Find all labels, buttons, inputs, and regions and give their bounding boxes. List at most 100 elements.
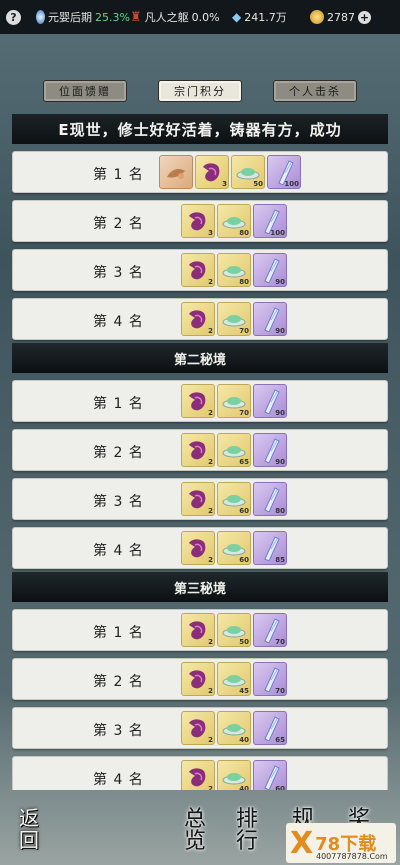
rank-reward-row: 第 2 名 2 65 90 — [12, 429, 388, 471]
ranking-button[interactable]: 排 行 — [228, 807, 266, 855]
reward-items: 2 70 90 — [181, 302, 287, 336]
rank-reward-row: 第 4 名 2 60 85 — [12, 527, 388, 569]
spirit-beast-item-icon[interactable]: 2 — [181, 302, 215, 336]
overview-char-2: 览 — [183, 829, 206, 854]
jade-dish-item-icon[interactable]: 80 — [217, 204, 251, 238]
rank-reward-row: 第 2 名 2 45 70 — [12, 658, 388, 700]
reward-items: 3 50 100 — [159, 155, 301, 189]
rank-label: 第 3 名 — [93, 723, 144, 739]
reward-items: 3 80 100 — [181, 204, 287, 238]
spirit-beast-item-icon[interactable]: 2 — [181, 711, 215, 745]
item-quantity: 2 — [208, 327, 213, 335]
item-quantity: 65 — [239, 458, 249, 466]
rank-reward-list[interactable]: E现世，修士好好活着，铸器有方，成功 第 1 名 3 50 100 第 2 名 3 80 10… — [12, 114, 388, 790]
item-quantity: 60 — [275, 785, 285, 790]
jade-dish-item-icon[interactable]: 60 — [217, 531, 251, 565]
sword-item-icon[interactable]: 100 — [253, 204, 287, 238]
spirit-beast-item-icon[interactable]: 2 — [181, 760, 215, 790]
item-quantity: 2 — [208, 736, 213, 744]
gold-status: 2787 + — [310, 10, 380, 24]
spirit-beast-item-icon[interactable]: 3 — [195, 155, 229, 189]
rank-label: 第 2 名 — [93, 674, 144, 690]
jade-dish-item-icon[interactable]: 50 — [217, 613, 251, 647]
spirit-beast-item-icon[interactable]: 2 — [181, 433, 215, 467]
tab-sect-points[interactable]: 宗门积分 — [158, 80, 242, 102]
item-quantity: 45 — [239, 687, 249, 695]
spirit-beast-item-icon[interactable]: 2 — [181, 482, 215, 516]
reward-items: 2 40 60 — [181, 760, 287, 790]
rank-reward-row: 第 1 名 3 50 100 — [12, 151, 388, 193]
gold-coin-icon — [310, 10, 324, 24]
sword-item-icon[interactable]: 90 — [253, 302, 287, 336]
reward-items: 2 70 90 — [181, 384, 287, 418]
item-quantity: 40 — [239, 785, 249, 790]
rank-label: 第 1 名 — [93, 396, 144, 412]
item-quantity: 80 — [239, 229, 249, 237]
sword-item-icon[interactable]: 85 — [253, 531, 287, 565]
back-button[interactable]: 返 回 — [6, 803, 52, 855]
spirit-beast-item-icon[interactable]: 2 — [181, 531, 215, 565]
jade-dish-item-icon[interactable]: 40 — [217, 760, 251, 790]
section-header: 第三秘境 — [12, 572, 388, 602]
item-quantity: 40 — [239, 736, 249, 744]
reward-items: 2 45 70 — [181, 662, 287, 696]
rank-reward-row: 第 3 名 2 80 90 — [12, 249, 388, 291]
question-icon[interactable]: ? — [6, 9, 21, 25]
help-group: ? — [6, 9, 36, 25]
item-quantity: 2 — [208, 409, 213, 417]
reward-items: 2 80 90 — [181, 253, 287, 287]
sword-item-icon[interactable]: 90 — [253, 384, 287, 418]
jade-dish-item-icon[interactable]: 80 — [217, 253, 251, 287]
jade-dish-item-icon[interactable]: 60 — [217, 482, 251, 516]
jade-dish-item-icon[interactable]: 40 — [217, 711, 251, 745]
sword-item-icon[interactable]: 70 — [253, 613, 287, 647]
add-gold-button[interactable]: + — [358, 10, 371, 24]
tab-plane-gift[interactable]: 位面馈赠 — [43, 80, 127, 102]
sword-item-icon[interactable]: 60 — [253, 760, 287, 790]
sword-item-icon[interactable]: 90 — [253, 253, 287, 287]
back-char-2: 回 — [19, 828, 39, 852]
jade-dish-item-icon[interactable]: 65 — [217, 433, 251, 467]
spirit-beast-item-icon[interactable]: 3 — [181, 204, 215, 238]
rank-reward-row: 第 4 名 2 70 90 — [12, 298, 388, 340]
item-quantity: 2 — [208, 785, 213, 790]
rank-reward-row: 第 1 名 2 70 90 — [12, 380, 388, 422]
item-quantity: 3 — [222, 180, 227, 188]
overview-char-1: 总 — [183, 807, 206, 832]
jade-dish-item-icon[interactable]: 70 — [217, 302, 251, 336]
sword-item-icon[interactable]: 90 — [253, 433, 287, 467]
sword-item-icon[interactable]: 100 — [267, 155, 301, 189]
item-quantity: 70 — [239, 409, 249, 417]
back-char-1: 返 — [19, 806, 39, 830]
realm-orb-icon — [36, 10, 46, 24]
reward-items: 2 50 70 — [181, 613, 287, 647]
item-quantity: 90 — [275, 409, 285, 417]
item-quantity: 90 — [275, 278, 285, 286]
sword-item-icon[interactable]: 65 — [253, 711, 287, 745]
spirit-beast-item-icon[interactable]: 2 — [181, 613, 215, 647]
jade-dish-item-icon[interactable]: 50 — [231, 155, 265, 189]
rank-label: 第 2 名 — [93, 445, 144, 461]
spirit-beast-item-icon[interactable]: 2 — [181, 253, 215, 287]
mortal-percent: 0.0% — [191, 10, 220, 24]
mortal-label: 凡人之躯 — [144, 11, 189, 24]
site-watermark-logo: X 78下载 4007787878.Com — [286, 823, 396, 863]
rank-reward-row: 第 3 名 2 60 80 — [12, 478, 388, 520]
jade-dish-item-icon[interactable]: 45 — [217, 662, 251, 696]
spirit-stone-status: ◆ 241.7万 — [232, 9, 310, 25]
rank-label: 第 4 名 — [93, 543, 144, 559]
spirit-beast-item-icon[interactable]: 2 — [181, 384, 215, 418]
jade-dish-item-icon[interactable]: 70 — [217, 384, 251, 418]
item-quantity: 50 — [239, 638, 249, 646]
overview-button[interactable]: 总 览 — [176, 807, 214, 855]
sword-item-icon[interactable]: 70 — [253, 662, 287, 696]
status-bar: ? 元婴后期 25.3% ♜ 凡人之躯 0.0% ◆ 241.7万 2787 + — [0, 0, 400, 34]
spirit-beast-item-icon[interactable]: 2 — [181, 662, 215, 696]
realm-label: 元婴后期 — [48, 11, 93, 24]
sword-item-icon[interactable]: 80 — [253, 482, 287, 516]
tab-personal-kills[interactable]: 个人击杀 — [273, 80, 357, 102]
spirit-stone-count: 241.7万 — [244, 11, 287, 24]
item-quantity: 90 — [275, 327, 285, 335]
item-quantity: 2 — [208, 556, 213, 564]
title-scroll-item-icon[interactable] — [159, 155, 193, 189]
